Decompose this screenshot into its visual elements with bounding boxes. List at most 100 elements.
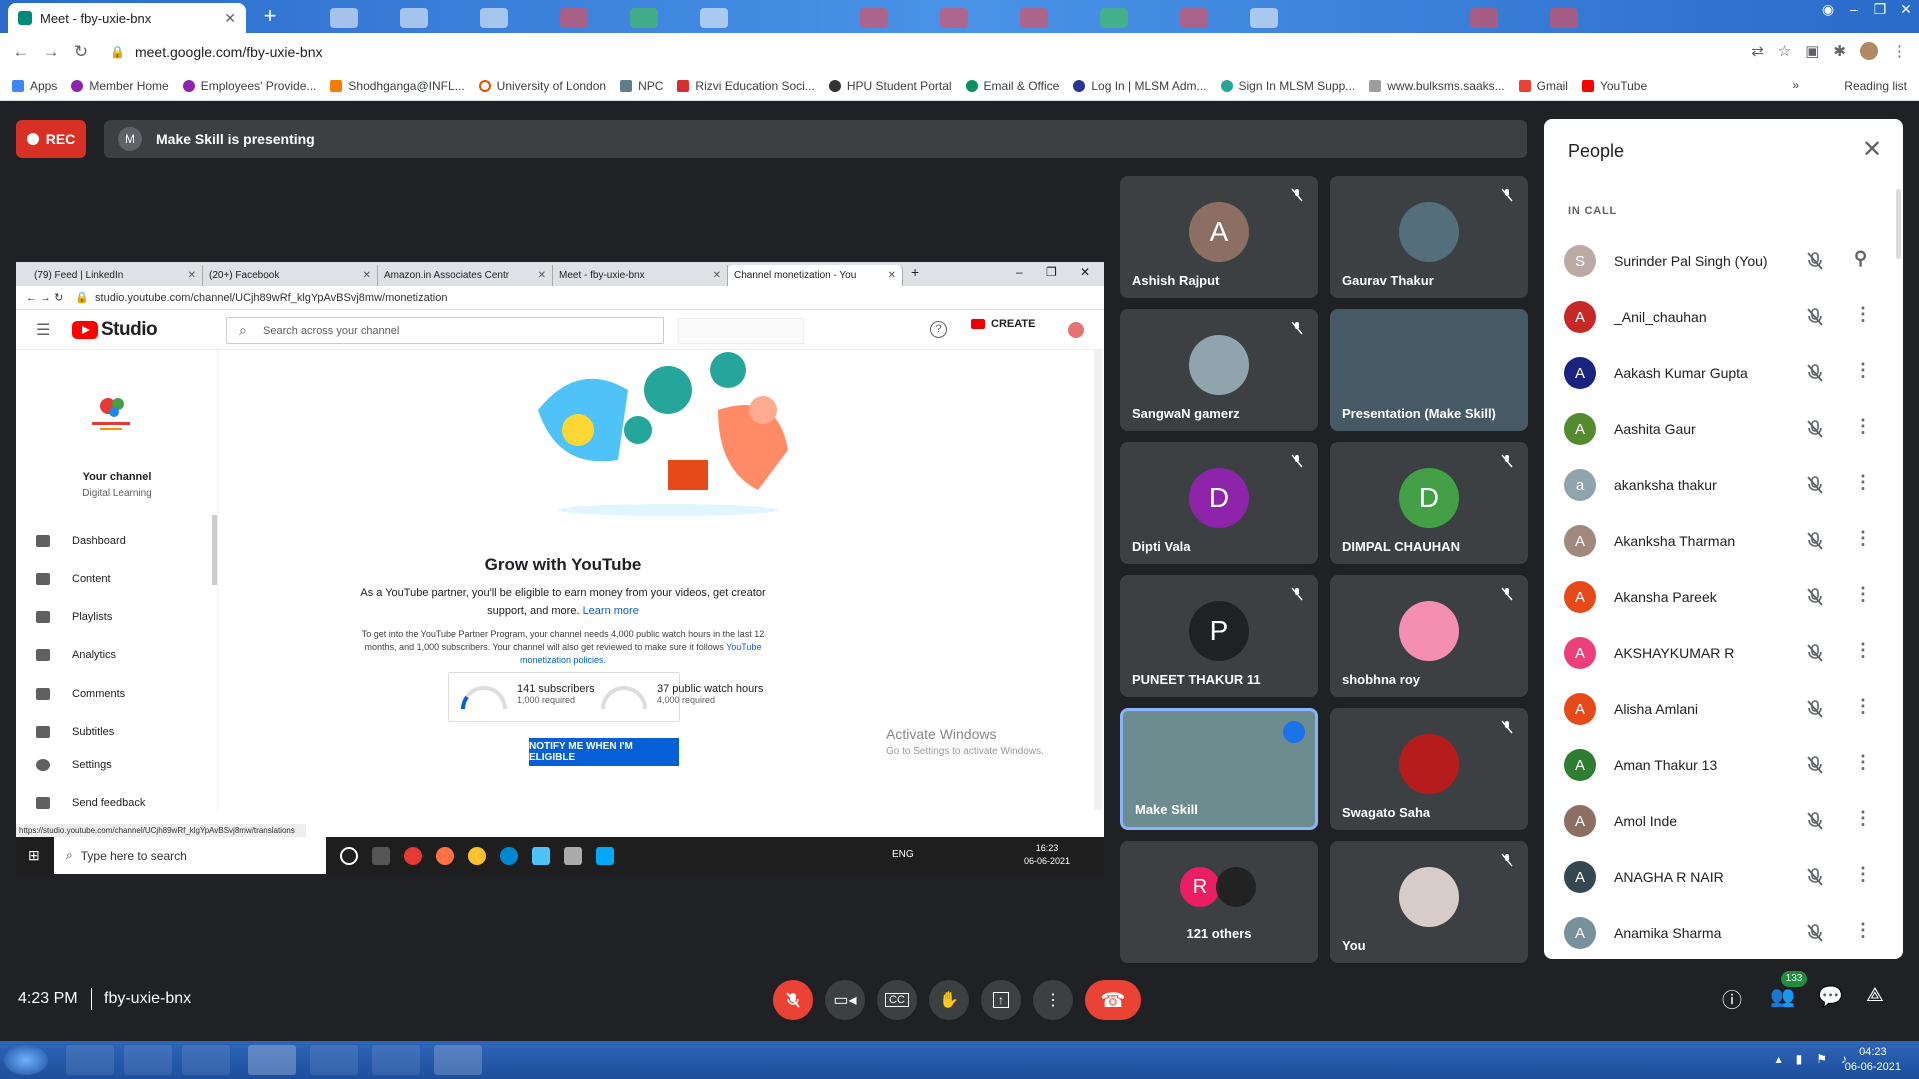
- close-window-icon[interactable]: ✕: [1893, 0, 1919, 33]
- chrome-icon[interactable]: [248, 1045, 296, 1075]
- raise-hand-button[interactable]: ✋: [929, 980, 969, 1020]
- translate-icon[interactable]: ⇄: [1751, 42, 1764, 60]
- bookmark[interactable]: HPU Student Portal: [828, 79, 952, 93]
- participant-tile[interactable]: P PUNEET THAKUR 11: [1120, 575, 1318, 697]
- more-options-icon[interactable]: ⋮: [1854, 305, 1872, 323]
- participant-row[interactable]: a akanksha thakur ⋮: [1544, 457, 1903, 513]
- back-icon[interactable]: ←: [6, 42, 36, 62]
- more-options-icon[interactable]: ⋮: [1854, 865, 1872, 883]
- participant-tile[interactable]: D Dipti Vala: [1120, 442, 1318, 564]
- mic-off-button[interactable]: [773, 980, 813, 1020]
- avatar: [1399, 202, 1459, 262]
- participant-row[interactable]: A Akanksha Tharman ⋮: [1544, 513, 1903, 569]
- bookmark[interactable]: www.bulksms.saaks...: [1369, 79, 1505, 93]
- tray-arrow-icon[interactable]: ▴: [1776, 1052, 1782, 1066]
- more-bookmarks-icon[interactable]: »: [1792, 78, 1799, 92]
- reload-icon[interactable]: ↻: [66, 42, 96, 62]
- reading-list[interactable]: Reading list: [1844, 79, 1907, 93]
- more-options-button[interactable]: ⋮: [1033, 980, 1073, 1020]
- bookmark-gmail[interactable]: Gmail: [1518, 79, 1568, 93]
- extension-icon[interactable]: ▣: [1805, 42, 1819, 60]
- more-options-icon[interactable]: ⋮: [1854, 921, 1872, 939]
- captions-button[interactable]: CC: [877, 980, 917, 1020]
- bookmark[interactable]: University of London: [478, 79, 606, 93]
- more-options-icon[interactable]: ⋮: [1854, 417, 1872, 435]
- bookmark[interactable]: Employees' Provide...: [182, 79, 316, 93]
- avatar[interactable]: [1860, 42, 1878, 60]
- minimize-icon[interactable]: –: [1841, 0, 1867, 33]
- more-options-icon[interactable]: ⋮: [1854, 697, 1872, 715]
- more-options-icon[interactable]: ⋮: [1854, 641, 1872, 659]
- participant-tile[interactable]: Swagato Saha: [1330, 708, 1528, 830]
- bookmark[interactable]: Rizvi Education Soci...: [677, 79, 815, 93]
- lock-icon[interactable]: 🔒: [110, 45, 125, 59]
- bookmark[interactable]: Sign In MLSM Supp...: [1220, 79, 1355, 93]
- folder-icon[interactable]: [182, 1045, 230, 1075]
- chat-icon[interactable]: 💬: [1818, 984, 1843, 1009]
- tab-meet[interactable]: Meet - fby-uxie-bnx ✕: [8, 3, 246, 33]
- url-field[interactable]: meet.google.com/fby-uxie-bnx: [135, 44, 323, 60]
- forward-icon[interactable]: →: [36, 42, 66, 62]
- restore-icon[interactable]: ❐: [1867, 0, 1893, 33]
- participant-tile[interactable]: Gaurav Thakur: [1330, 176, 1528, 298]
- media-icon[interactable]: [124, 1045, 172, 1075]
- signal-icon[interactable]: ▮: [1796, 1052, 1803, 1066]
- participant-row[interactable]: A AKSHAYKUMAR R ⋮: [1544, 625, 1903, 681]
- tray-lang: ENG: [892, 849, 914, 860]
- bookmark-youtube[interactable]: YouTube: [1581, 79, 1647, 93]
- activities-icon[interactable]: ⟁: [1866, 984, 1884, 1007]
- leave-call-button[interactable]: ☎: [1085, 980, 1141, 1020]
- bookmark[interactable]: Member Home: [71, 79, 169, 93]
- new-tab-button[interactable]: +: [256, 4, 284, 30]
- participant-tile[interactable]: shobhna roy: [1330, 575, 1528, 697]
- participant-row[interactable]: A Amol Inde ⋮: [1544, 793, 1903, 849]
- present-button[interactable]: ↑: [981, 980, 1021, 1020]
- participant-row[interactable]: A Aakash Kumar Gupta ⋮: [1544, 345, 1903, 401]
- bookmark[interactable]: Email & Office: [965, 79, 1059, 93]
- pin-icon[interactable]: ⚲: [1854, 249, 1867, 267]
- system-clock[interactable]: 04:23 06-06-2021: [1845, 1045, 1901, 1075]
- more-options-icon[interactable]: ⋮: [1854, 753, 1872, 771]
- puzzle-icon[interactable]: ✱: [1833, 42, 1846, 60]
- bookmark[interactable]: Log In | MLSM Adm...: [1073, 79, 1207, 93]
- participant-row[interactable]: A Aashita Gaur ⋮: [1544, 401, 1903, 457]
- close-tab-icon[interactable]: ✕: [224, 10, 236, 27]
- more-options-icon[interactable]: ⋮: [1854, 529, 1872, 547]
- bookmark[interactable]: NPC: [620, 79, 663, 93]
- camera-button[interactable]: ▭◂: [825, 980, 865, 1020]
- participant-row[interactable]: A ANAGHA R NAIR ⋮: [1544, 849, 1903, 905]
- bookmark-apps[interactable]: Apps: [12, 79, 57, 93]
- participant-tile[interactable]: Presentation (Make Skill): [1330, 309, 1528, 431]
- participant-tile[interactable]: Make Skill: [1120, 708, 1318, 830]
- participant-row[interactable]: A Aman Thakur 13 ⋮: [1544, 737, 1903, 793]
- tab-search-icon[interactable]: ◉: [1815, 0, 1841, 33]
- more-options-icon[interactable]: ⋮: [1854, 809, 1872, 827]
- participant-name: akanksha thakur: [1614, 477, 1717, 493]
- participant-tile[interactable]: SangwaN gamerz: [1120, 309, 1318, 431]
- edge-icon[interactable]: [372, 1045, 420, 1075]
- participant-tile[interactable]: You: [1330, 841, 1528, 963]
- network-icon[interactable]: ⚑: [1816, 1052, 1827, 1066]
- info-icon[interactable]: ⓘ: [1722, 984, 1742, 1013]
- close-icon[interactable]: ✕: [1862, 135, 1882, 164]
- participant-tile[interactable]: R 121 others: [1120, 841, 1318, 963]
- star-icon[interactable]: ☆: [1778, 42, 1791, 60]
- more-options-icon[interactable]: ⋮: [1854, 473, 1872, 491]
- more-options-icon[interactable]: ⋮: [1854, 585, 1872, 603]
- shared-screen[interactable]: (79) Feed | LinkedIn ✕ (20+) Facebook ✕ Am…: [16, 262, 1104, 874]
- ie-icon[interactable]: [66, 1045, 114, 1075]
- participant-row[interactable]: A _Anil_chauhan ⋮: [1544, 289, 1903, 345]
- bookmark[interactable]: Shodhganga@INFL...: [330, 79, 465, 93]
- participant-tile[interactable]: A Ashish Rajput: [1120, 176, 1318, 298]
- participant-tile[interactable]: D DIMPAL CHAUHAN: [1330, 442, 1528, 564]
- whatsapp-icon[interactable]: [434, 1045, 482, 1075]
- chat-app-icon[interactable]: [310, 1045, 358, 1075]
- participant-row[interactable]: A Anamika Sharma ⋮: [1544, 905, 1903, 961]
- people-icon[interactable]: 👥: [1770, 984, 1795, 1009]
- participant-row[interactable]: S Surinder Pal Singh (You) ⚲: [1544, 233, 1903, 289]
- start-orb-icon[interactable]: [4, 1045, 48, 1075]
- participant-row[interactable]: A Alisha Amlani ⋮: [1544, 681, 1903, 737]
- participant-row[interactable]: A Akansha Pareek ⋮: [1544, 569, 1903, 625]
- menu-icon[interactable]: ⋮: [1892, 42, 1907, 60]
- more-options-icon[interactable]: ⋮: [1854, 361, 1872, 379]
